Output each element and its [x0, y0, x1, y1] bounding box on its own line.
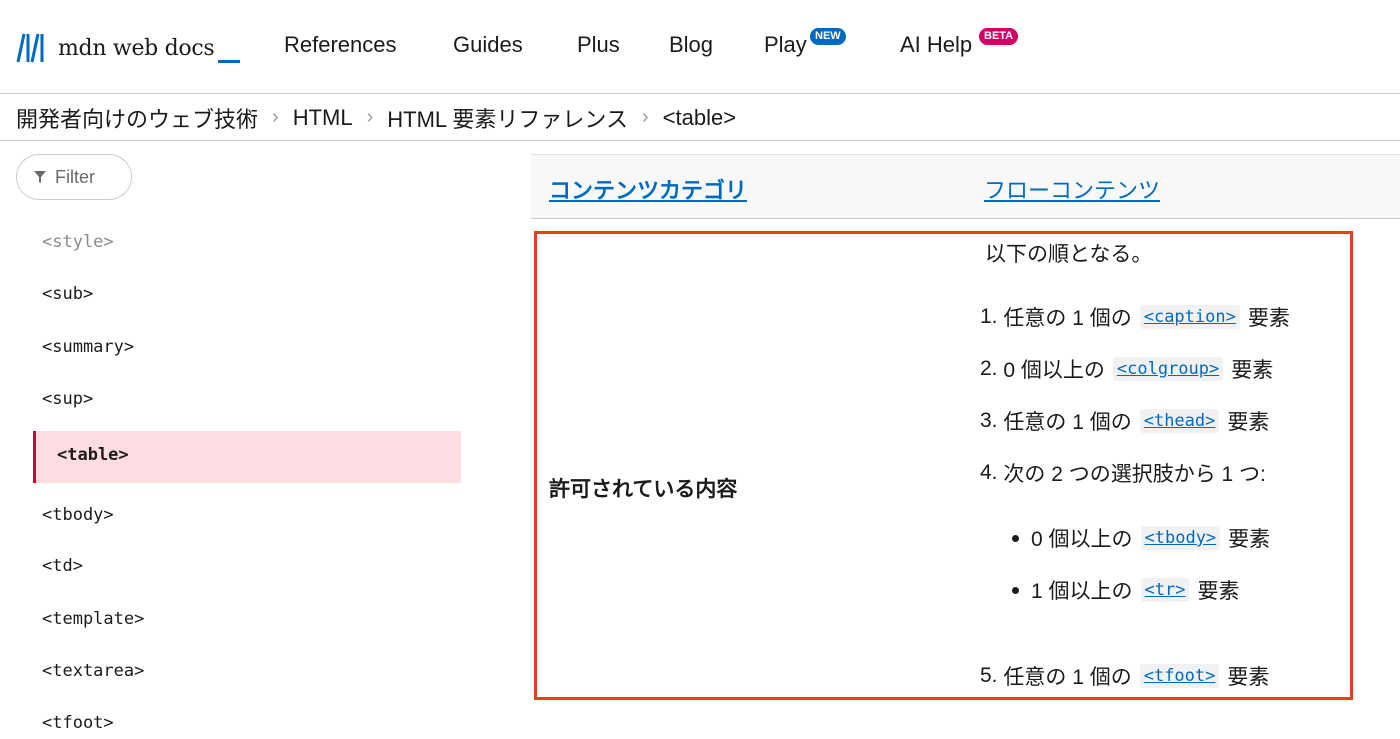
list-text: 任意の 1 個の	[1003, 666, 1132, 689]
list-item: 1. 任意の 1 個の <caption> 要素	[980, 302, 1290, 332]
sidebar-item-textarea[interactable]: <textarea>	[42, 661, 144, 681]
permitted-content-intro: 以下の順となる。	[985, 243, 1153, 266]
table-row: コンテンツカテゴリ フローコンテンツ	[531, 154, 1400, 219]
sidebar-item-tbody[interactable]: <tbody>	[42, 505, 114, 525]
sidebar-item-tfoot[interactable]: <tfoot>	[42, 713, 114, 733]
list-item: 2. 0 個以上の <colgroup> 要素	[980, 354, 1273, 384]
chevron-right-icon: ›	[272, 106, 279, 128]
mdn-logo[interactable]: mdn web docs	[16, 30, 241, 66]
breadcrumb-web-tech[interactable]: 開発者向けのウェブ技術	[16, 102, 258, 134]
list-text: 要素	[1227, 411, 1270, 434]
list-number: 3.	[980, 409, 998, 432]
nav-blog[interactable]: Blog	[669, 32, 713, 58]
sidebar-item-template[interactable]: <template>	[42, 609, 144, 629]
sidebar-item-label: <table>	[57, 445, 129, 465]
mdn-logo-icon	[16, 33, 44, 63]
tfoot-link[interactable]: <tfoot>	[1139, 664, 1220, 688]
thead-link[interactable]: <thead>	[1139, 409, 1220, 433]
sidebar-item-sup[interactable]: <sup>	[42, 389, 93, 409]
chevron-right-icon: ›	[642, 106, 649, 128]
top-navigation-bar: mdn web docs References Guides Plus Blog…	[0, 0, 1400, 94]
logo-text: mdn web docs	[58, 35, 215, 61]
tbody-link[interactable]: <tbody>	[1140, 526, 1221, 550]
nav-play[interactable]: Play	[764, 32, 807, 58]
list-text: 任意の 1 個の	[1003, 307, 1132, 330]
list-text: 次の 2 つの選択肢から 1 つ:	[1003, 463, 1266, 486]
list-text: 1 個以上の	[1031, 580, 1133, 603]
list-text: 要素	[1247, 307, 1290, 330]
caption-link[interactable]: <caption>	[1139, 305, 1240, 329]
nav-ai-help[interactable]: AI Help	[900, 32, 972, 58]
list-text: 要素	[1227, 666, 1270, 689]
bullet-icon	[1012, 534, 1019, 542]
breadcrumb-html-reference[interactable]: HTML 要素リファレンス	[387, 102, 628, 134]
list-text: 要素	[1197, 580, 1240, 603]
bullet-icon	[1012, 586, 1019, 594]
list-number: 5.	[980, 664, 998, 687]
list-number: 2.	[980, 357, 998, 380]
permitted-content-header: 許可されている内容	[549, 478, 738, 501]
sidebar-item-td[interactable]: <td>	[42, 556, 83, 576]
colgroup-link[interactable]: <colgroup>	[1112, 357, 1224, 381]
sidebar-filter[interactable]: Filter	[16, 154, 132, 200]
sidebar-item-summary[interactable]: <summary>	[42, 337, 134, 357]
flow-content-link[interactable]: フローコンテンツ	[984, 173, 1160, 205]
list-text: 要素	[1228, 528, 1271, 551]
nav-plus[interactable]: Plus	[577, 32, 620, 58]
list-number: 1.	[980, 305, 998, 328]
filter-label: Filter	[55, 166, 95, 187]
content-categories-link[interactable]: コンテンツカテゴリ	[549, 173, 747, 205]
sidebar-item-style[interactable]: <style>	[42, 232, 114, 252]
list-item: 3. 任意の 1 個の <thead> 要素	[980, 406, 1269, 436]
breadcrumb: 開発者向けのウェブ技術 › HTML › HTML 要素リファレンス › <ta…	[0, 95, 1400, 141]
nav-references[interactable]: References	[284, 32, 397, 58]
list-text: 任意の 1 個の	[1003, 411, 1132, 434]
breadcrumb-current[interactable]: <table>	[663, 105, 736, 131]
sidebar-item-sub[interactable]: <sub>	[42, 284, 93, 304]
list-item: 0 個以上の <tbody> 要素	[1012, 523, 1270, 553]
sidebar-item-table[interactable]: <table>	[33, 431, 461, 483]
list-text: 0 個以上の	[1031, 528, 1133, 551]
list-number: 4.	[980, 461, 998, 484]
logo-cursor	[218, 59, 241, 63]
list-item: 4. 次の 2 つの選択肢から 1 つ:	[980, 458, 1266, 488]
breadcrumb-html[interactable]: HTML	[293, 105, 353, 131]
new-badge: NEW	[810, 28, 846, 45]
beta-badge: BETA	[979, 28, 1019, 45]
nav-guides[interactable]: Guides	[453, 32, 523, 58]
list-text: 0 個以上の	[1003, 359, 1105, 382]
filter-icon	[34, 171, 46, 183]
list-item: 1 個以上の <tr> 要素	[1012, 575, 1239, 605]
list-item: 5. 任意の 1 個の <tfoot> 要素	[980, 661, 1269, 691]
tr-link[interactable]: <tr>	[1140, 578, 1190, 602]
chevron-right-icon: ›	[366, 106, 374, 128]
list-text: 要素	[1231, 359, 1274, 382]
